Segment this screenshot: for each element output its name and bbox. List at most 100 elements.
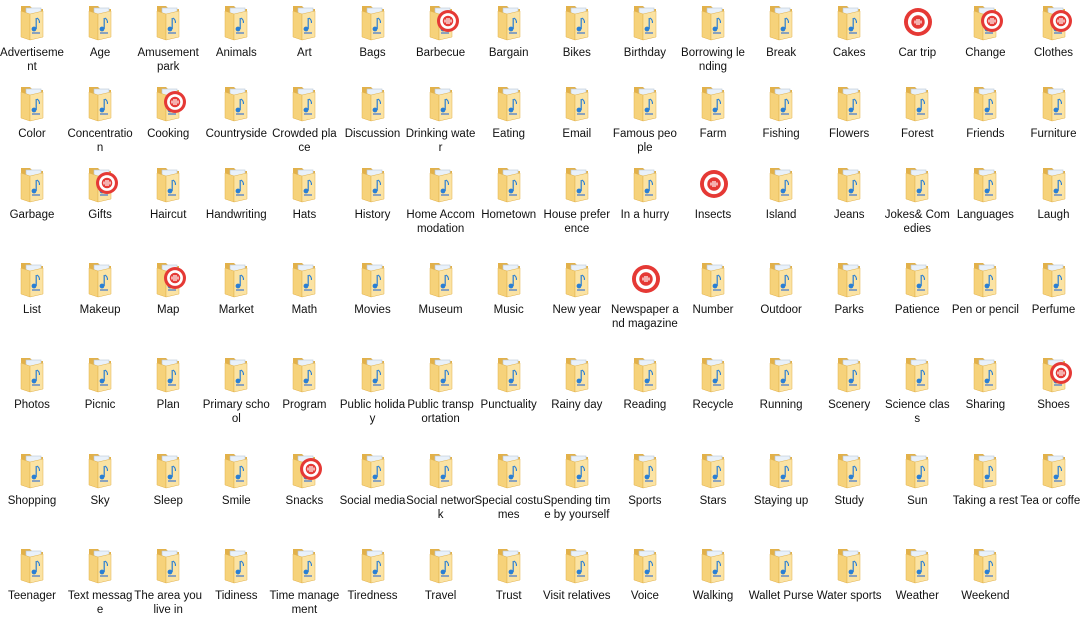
folder-item[interactable]: Social network xyxy=(406,450,476,522)
folder-item[interactable]: Staying up xyxy=(746,450,816,508)
folder-item[interactable]: Special costumes xyxy=(474,450,544,522)
folder-item[interactable]: Voice xyxy=(610,545,680,603)
folder-item[interactable]: Reading xyxy=(610,354,680,412)
folder-item[interactable]: Time management xyxy=(269,545,339,617)
folder-item[interactable]: Tea or coffee xyxy=(1019,450,1080,508)
folder-item[interactable]: Patience xyxy=(882,259,952,317)
folder-item[interactable]: Jokes& Comedies xyxy=(882,164,952,236)
folder-item[interactable]: Punctuality xyxy=(474,354,544,412)
folder-item[interactable]: Bargain xyxy=(474,2,544,60)
folder-item[interactable]: Picnic xyxy=(65,354,135,412)
folder-item[interactable]: Island xyxy=(746,164,816,222)
folder-item[interactable]: Spending time by yourself xyxy=(542,450,612,522)
folder-item[interactable]: Teenager xyxy=(0,545,67,603)
folder-item[interactable]: Smile xyxy=(201,450,271,508)
folder-item[interactable]: Running xyxy=(746,354,816,412)
folder-item[interactable]: Change xyxy=(950,2,1020,60)
folder-item[interactable]: Home Accommodation xyxy=(406,164,476,236)
folder-item[interactable]: Primary school xyxy=(201,354,271,426)
folder-item[interactable]: Art xyxy=(269,2,339,60)
folder-item[interactable]: Program xyxy=(269,354,339,412)
folder-item[interactable]: Barbecue xyxy=(406,2,476,60)
folder-item[interactable]: In a hurry xyxy=(610,164,680,222)
folder-item[interactable]: Laugh xyxy=(1019,164,1080,222)
folder-item[interactable]: Tiredness xyxy=(338,545,408,603)
folder-item[interactable]: Visit relatives xyxy=(542,545,612,603)
folder-item[interactable]: Science class xyxy=(882,354,952,426)
folder-item[interactable]: Color xyxy=(0,83,67,141)
folder-item[interactable]: Music xyxy=(474,259,544,317)
folder-item[interactable]: Haircut xyxy=(133,164,203,222)
folder-item[interactable]: Study xyxy=(814,450,884,508)
folder-item[interactable]: Sharing xyxy=(950,354,1020,412)
folder-item[interactable]: Trust xyxy=(474,545,544,603)
folder-item[interactable]: Forest xyxy=(882,83,952,141)
folder-item[interactable]: Water sports xyxy=(814,545,884,603)
folder-item[interactable]: Farm xyxy=(678,83,748,141)
folder-item[interactable]: Insects xyxy=(678,164,748,222)
folder-item[interactable]: Number xyxy=(678,259,748,317)
folder-item[interactable]: Bikes xyxy=(542,2,612,60)
folder-item[interactable]: Movies xyxy=(338,259,408,317)
folder-item[interactable]: Countryside xyxy=(201,83,271,141)
folder-item[interactable]: Sky xyxy=(65,450,135,508)
folder-item[interactable]: Crowded place xyxy=(269,83,339,155)
folder-item[interactable]: Borrowing lending xyxy=(678,2,748,74)
folder-item[interactable]: Snacks xyxy=(269,450,339,508)
folder-item[interactable]: Wallet Purse xyxy=(746,545,816,603)
folder-item[interactable]: Stars xyxy=(678,450,748,508)
folder-item[interactable]: Amusement park xyxy=(133,2,203,74)
folder-item[interactable]: Social media xyxy=(338,450,408,508)
folder-item[interactable]: Famous people xyxy=(610,83,680,155)
folder-item[interactable]: Break xyxy=(746,2,816,60)
folder-item[interactable]: Museum xyxy=(406,259,476,317)
folder-item[interactable]: Sleep xyxy=(133,450,203,508)
folder-item[interactable]: Birthday xyxy=(610,2,680,60)
folder-item[interactable]: Recycle xyxy=(678,354,748,412)
folder-item[interactable]: Garbage xyxy=(0,164,67,222)
folder-item[interactable]: Taking a rest xyxy=(950,450,1020,508)
folder-item[interactable]: Car trip xyxy=(882,2,952,60)
folder-item[interactable]: Weekend xyxy=(950,545,1020,603)
folder-item[interactable]: Map xyxy=(133,259,203,317)
folder-item[interactable]: List xyxy=(0,259,67,317)
folder-item[interactable]: History xyxy=(338,164,408,222)
folder-item[interactable]: Sports xyxy=(610,450,680,508)
folder-item[interactable]: Age xyxy=(65,2,135,60)
folder-item[interactable]: Jeans xyxy=(814,164,884,222)
folder-item[interactable]: Outdoor xyxy=(746,259,816,317)
folder-item[interactable]: Shopping xyxy=(0,450,67,508)
folder-item[interactable]: Friends xyxy=(950,83,1020,141)
folder-item[interactable]: Newspaper and magazine xyxy=(610,259,680,331)
folder-item[interactable]: Photos xyxy=(0,354,67,412)
folder-item[interactable]: Sun xyxy=(882,450,952,508)
folder-item[interactable]: Parks xyxy=(814,259,884,317)
folder-item[interactable]: House preference xyxy=(542,164,612,236)
folder-item[interactable]: Makeup xyxy=(65,259,135,317)
folder-item[interactable]: Rainy day xyxy=(542,354,612,412)
folder-item[interactable]: Scenery xyxy=(814,354,884,412)
folder-item[interactable]: Concentration xyxy=(65,83,135,155)
folder-item[interactable]: Hometown xyxy=(474,164,544,222)
folder-item[interactable]: Perfume xyxy=(1019,259,1080,317)
folder-item[interactable]: Email xyxy=(542,83,612,141)
folder-item[interactable]: Discussion xyxy=(338,83,408,141)
folder-item[interactable]: Cooking xyxy=(133,83,203,141)
folder-item[interactable]: Market xyxy=(201,259,271,317)
folder-item[interactable]: Tidiness xyxy=(201,545,271,603)
folder-item[interactable]: Public holiday xyxy=(338,354,408,426)
folder-item[interactable]: Walking xyxy=(678,545,748,603)
folder-item[interactable]: Plan xyxy=(133,354,203,412)
folder-item[interactable]: Drinking water xyxy=(406,83,476,155)
folder-item[interactable]: Eating xyxy=(474,83,544,141)
folder-item[interactable]: The area you live in xyxy=(133,545,203,617)
folder-item[interactable]: Text message xyxy=(65,545,135,617)
folder-item[interactable]: Travel xyxy=(406,545,476,603)
folder-item[interactable]: Languages xyxy=(950,164,1020,222)
folder-item[interactable]: Fishing xyxy=(746,83,816,141)
folder-item[interactable]: Shoes xyxy=(1019,354,1080,412)
folder-item[interactable]: Math xyxy=(269,259,339,317)
folder-item[interactable]: Public transportation xyxy=(406,354,476,426)
folder-item[interactable]: New year xyxy=(542,259,612,317)
folder-item[interactable]: Animals xyxy=(201,2,271,60)
